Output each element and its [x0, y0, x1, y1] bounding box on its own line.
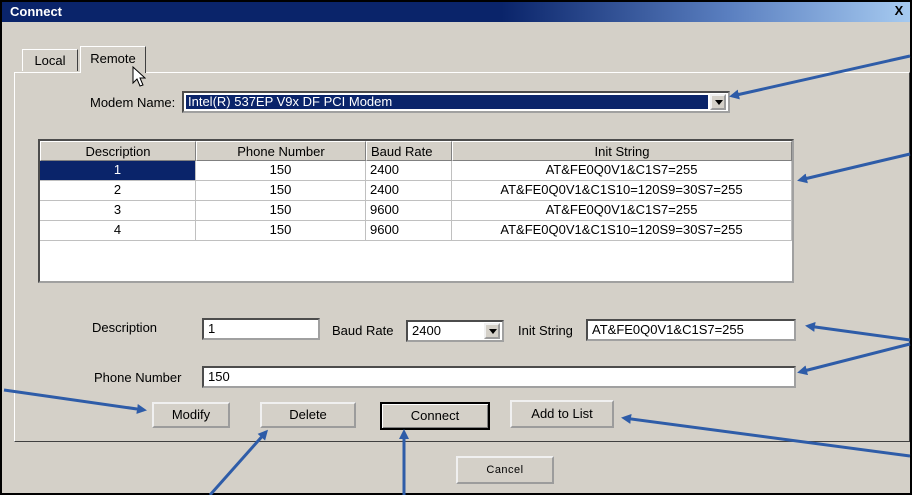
table-cell: 3: [40, 201, 196, 221]
modify-button[interactable]: Modify: [152, 402, 230, 428]
baud-rate-select[interactable]: 2400: [406, 320, 504, 342]
table-cell: 2: [40, 181, 196, 201]
description-label: Description: [92, 320, 158, 335]
delete-button[interactable]: Delete: [260, 402, 356, 428]
table-cell: AT&FE0Q0V1&C1S7=255: [452, 201, 792, 221]
add-to-list-button[interactable]: Add to List: [510, 400, 614, 428]
table-cell: 150: [196, 181, 366, 201]
column-header-init-string[interactable]: Init String: [452, 141, 792, 161]
phone-number-label: Phone Number: [94, 370, 182, 385]
connection-table[interactable]: Description Phone Number Baud Rate Init …: [38, 139, 794, 283]
table-cell: 2400: [366, 181, 452, 201]
phone-number-field[interactable]: 150: [202, 366, 796, 388]
title-bar[interactable]: Connect X: [2, 2, 910, 22]
dropdown-arrow-icon: [715, 100, 723, 105]
baud-rate-dropdown-button[interactable]: [484, 323, 500, 339]
dropdown-arrow-icon: [489, 329, 497, 334]
column-header-baud-rate[interactable]: Baud Rate: [366, 141, 452, 161]
table-cell: 150: [196, 201, 366, 221]
table-cell: 4: [40, 221, 196, 241]
baud-rate-value: 2400: [412, 323, 441, 338]
modem-name-select[interactable]: Intel(R) 537EP V9x DF PCI Modem: [182, 91, 730, 113]
tab-local[interactable]: Local: [22, 49, 78, 71]
column-header-description[interactable]: Description: [40, 141, 196, 161]
mouse-pointer-icon: [132, 66, 146, 87]
cancel-button[interactable]: Cancel: [456, 456, 554, 484]
table-cell: AT&FE0Q0V1&C1S10=120S9=30S7=255: [452, 181, 792, 201]
table-cell: 9600: [366, 221, 452, 241]
modem-name-label: Modem Name:: [90, 95, 176, 110]
init-string-field[interactable]: AT&FE0Q0V1&C1S7=255: [586, 319, 796, 341]
table-cell: 1: [40, 161, 196, 181]
table-cell: 2400: [366, 161, 452, 181]
table-cell: AT&FE0Q0V1&C1S10=120S9=30S7=255: [452, 221, 792, 241]
description-field[interactable]: 1: [202, 318, 320, 340]
close-icon[interactable]: X: [892, 3, 906, 19]
baud-rate-label: Baud Rate: [332, 323, 394, 338]
window-title: Connect: [10, 4, 62, 19]
modem-dropdown-button[interactable]: [710, 94, 726, 110]
modem-selected-value: Intel(R) 537EP V9x DF PCI Modem: [186, 95, 708, 109]
table-cell: 150: [196, 161, 366, 181]
init-string-label: Init String: [518, 323, 573, 338]
connect-button[interactable]: Connect: [380, 402, 490, 430]
table-cell: 150: [196, 221, 366, 241]
table-cell: AT&FE0Q0V1&C1S7=255: [452, 161, 792, 181]
column-header-phone-number[interactable]: Phone Number: [196, 141, 366, 161]
table-cell: 9600: [366, 201, 452, 221]
